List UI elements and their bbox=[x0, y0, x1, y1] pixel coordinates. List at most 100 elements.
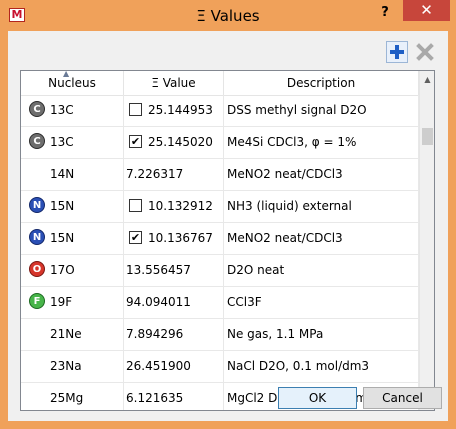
table-row[interactable]: C 13C ✔ 25.145020 Me4Si CDCl3, φ = 1% bbox=[21, 127, 419, 159]
description-cell: MeNO2 neat/CDCl3 bbox=[224, 159, 419, 190]
description-cell: Me4Si CDCl3, φ = 1% bbox=[224, 127, 419, 158]
nucleus-label: 17O bbox=[50, 263, 75, 277]
reference-checkbox[interactable]: ✔ bbox=[129, 134, 142, 148]
title-bar[interactable]: M Ξ Values ? ✕ bbox=[0, 0, 456, 31]
value-cell: 7.894296 bbox=[124, 319, 224, 350]
x-icon bbox=[416, 43, 434, 61]
nucleus-label: 21Ne bbox=[50, 327, 82, 341]
description-text: D2O neat bbox=[227, 263, 285, 277]
description-cell: NH3 (liquid) external bbox=[224, 191, 419, 222]
nucleus-cell: F 19F bbox=[21, 287, 124, 318]
checkmark-icon: ✔ bbox=[130, 230, 141, 244]
vertical-scrollbar[interactable]: ▲ ▼ bbox=[419, 71, 434, 410]
dialog-window: M Ξ Values ? ✕ ▲ Nucleus Ξ Value Descrip… bbox=[0, 0, 456, 429]
value-cell: 6.121635 bbox=[124, 383, 224, 410]
description-text: Me4Si CDCl3, φ = 1% bbox=[227, 135, 357, 149]
xi-value: 94.094011 bbox=[126, 295, 191, 309]
reference-checkbox[interactable] bbox=[129, 102, 142, 116]
description-text: CCl3F bbox=[227, 295, 262, 309]
nucleus-cell: C 13C bbox=[21, 95, 124, 126]
reference-checkbox[interactable] bbox=[129, 198, 142, 212]
xi-value: 6.121635 bbox=[126, 391, 184, 405]
nucleus-label: 15N bbox=[50, 231, 75, 245]
value-cell: 13.556457 bbox=[124, 255, 224, 286]
nucleus-label: 14N bbox=[50, 167, 75, 181]
carbon-atom-icon: C bbox=[29, 101, 45, 117]
header-nucleus[interactable]: ▲ Nucleus bbox=[21, 71, 124, 95]
nitrogen-atom-icon: N bbox=[29, 197, 45, 213]
scrollbar-thumb[interactable] bbox=[422, 128, 433, 145]
nucleus-cell: N 15N bbox=[21, 223, 124, 254]
add-value-button[interactable] bbox=[386, 41, 408, 63]
description-text: NH3 (liquid) external bbox=[227, 199, 352, 213]
xi-value: 7.894296 bbox=[126, 327, 184, 341]
header-value[interactable]: Ξ Value bbox=[124, 71, 224, 95]
plus-icon bbox=[390, 45, 404, 59]
fluorine-atom-icon: F bbox=[29, 293, 45, 309]
header-description[interactable]: Description bbox=[224, 71, 419, 95]
table-row[interactable]: 21Ne 7.894296 Ne gas, 1.1 MPa bbox=[21, 319, 419, 351]
xi-value: 25.144953 bbox=[148, 103, 213, 117]
carbon-atom-icon: C bbox=[29, 133, 45, 149]
description-cell: CCl3F bbox=[224, 287, 419, 318]
nucleus-cell: 23Na bbox=[21, 351, 124, 382]
help-button[interactable]: ? bbox=[372, 3, 398, 23]
description-cell: Ne gas, 1.1 MPa bbox=[224, 319, 419, 350]
nucleus-cell: 25Mg bbox=[21, 383, 124, 410]
xi-value: 25.145020 bbox=[148, 135, 213, 149]
xi-value: 7.226317 bbox=[126, 167, 184, 181]
value-cell: ✔ 25.145020 bbox=[124, 127, 224, 158]
reference-checkbox[interactable]: ✔ bbox=[129, 230, 142, 244]
table-row[interactable]: N 15N 10.132912 NH3 (liquid) external bbox=[21, 191, 419, 223]
ok-button[interactable]: OK bbox=[278, 387, 357, 409]
dialog-body: ▲ Nucleus Ξ Value Description C 13C 25.144… bbox=[8, 31, 448, 421]
nucleus-label: 15N bbox=[50, 199, 75, 213]
description-text: MeNO2 neat/CDCl3 bbox=[227, 231, 343, 245]
description-text: NaCl D2O, 0.1 mol/dm3 bbox=[227, 359, 370, 373]
description-cell: NaCl D2O, 0.1 mol/dm3 bbox=[224, 351, 419, 382]
table-row[interactable]: C 13C 25.144953 DSS methyl signal D2O bbox=[21, 95, 419, 127]
nucleus-label: 13C bbox=[50, 103, 74, 117]
values-table: ▲ Nucleus Ξ Value Description C 13C 25.144… bbox=[20, 70, 435, 411]
table-body: C 13C 25.144953 DSS methyl signal D2O C 13C ✔ 2… bbox=[21, 95, 419, 410]
nucleus-label: 25Mg bbox=[50, 391, 84, 405]
delete-value-button[interactable] bbox=[414, 41, 436, 63]
description-cell: DSS methyl signal D2O bbox=[224, 95, 419, 126]
header-description-label: Description bbox=[286, 76, 356, 90]
table-header: ▲ Nucleus Ξ Value Description bbox=[21, 71, 419, 96]
header-value-label: Ξ Value bbox=[151, 76, 196, 90]
nucleus-label: 19F bbox=[50, 295, 73, 309]
nitrogen-atom-icon: N bbox=[29, 229, 45, 245]
xi-value: 26.451900 bbox=[126, 359, 191, 373]
nucleus-cell: O 17O bbox=[21, 255, 124, 286]
table-row[interactable]: 23Na 26.451900 NaCl D2O, 0.1 mol/dm3 bbox=[21, 351, 419, 383]
sort-ascending-icon: ▲ bbox=[63, 70, 70, 78]
description-text: MeNO2 neat/CDCl3 bbox=[227, 167, 343, 181]
nucleus-label: 23Na bbox=[50, 359, 82, 373]
header-nucleus-label: Nucleus bbox=[48, 76, 96, 90]
table-row[interactable]: 25Mg6.121635MgCl2 D2O, 11 mol/dm3 bbox=[21, 383, 419, 410]
cancel-button[interactable]: Cancel bbox=[363, 387, 442, 409]
oxygen-atom-icon: O bbox=[29, 261, 45, 277]
value-cell: 26.451900 bbox=[124, 351, 224, 382]
value-cell: ✔ 10.136767 bbox=[124, 223, 224, 254]
xi-value: 10.132912 bbox=[148, 199, 213, 213]
table-row[interactable]: O 17O 13.556457 D2O neat bbox=[21, 255, 419, 287]
table-row[interactable]: F 19F 94.094011 CCl3F bbox=[21, 287, 419, 319]
table-row[interactable]: N 15N ✔ 10.136767 MeNO2 neat/CDCl3 bbox=[21, 223, 419, 255]
table-row[interactable]: 14N 7.226317 MeNO2 neat/CDCl3 bbox=[21, 159, 419, 191]
description-text: DSS methyl signal D2O bbox=[227, 103, 367, 117]
nucleus-cell: N 15N bbox=[21, 191, 124, 222]
description-cell: MeNO2 neat/CDCl3 bbox=[224, 223, 419, 254]
value-cell: 94.094011 bbox=[124, 287, 224, 318]
description-cell: D2O neat bbox=[224, 255, 419, 286]
nucleus-cell: 14N bbox=[21, 159, 124, 190]
scroll-up-icon[interactable]: ▲ bbox=[420, 71, 434, 88]
value-cell: 25.144953 bbox=[124, 95, 224, 126]
nucleus-cell: 21Ne bbox=[21, 319, 124, 350]
value-cell: 7.226317 bbox=[124, 159, 224, 190]
xi-value: 13.556457 bbox=[126, 263, 191, 277]
nucleus-cell: C 13C bbox=[21, 127, 124, 158]
checkmark-icon: ✔ bbox=[130, 134, 141, 148]
close-button[interactable]: ✕ bbox=[403, 0, 450, 21]
